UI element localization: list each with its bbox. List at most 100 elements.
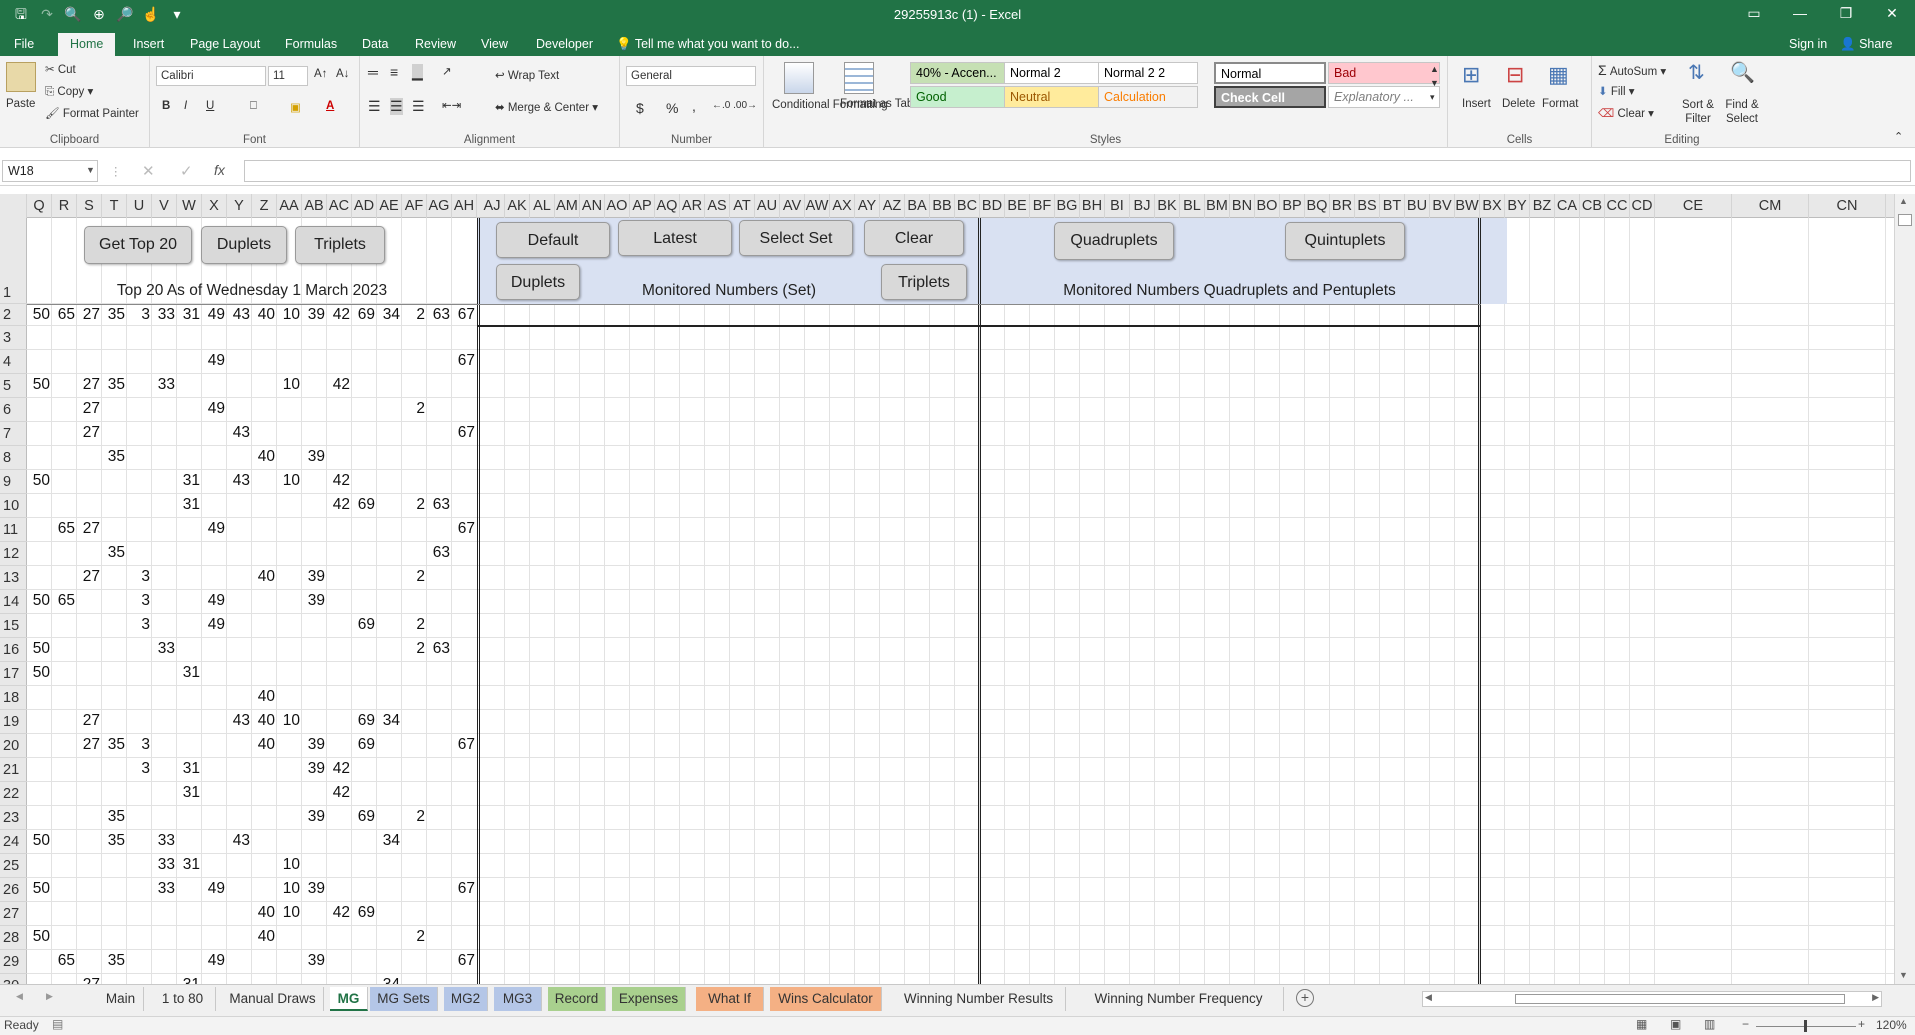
cell-value[interactable]: 65	[52, 520, 75, 538]
row-header-21[interactable]: 21	[0, 758, 27, 782]
cell-value[interactable]: 42	[327, 496, 350, 514]
sort-filter-button[interactable]: Sort & Filter	[1678, 98, 1718, 126]
scroll-right-icon[interactable]: ▶	[1872, 992, 1879, 1003]
row-header-11[interactable]: 11	[0, 518, 27, 542]
cell-value[interactable]: 49	[202, 592, 225, 610]
currency-button[interactable]: $	[636, 100, 644, 116]
cell-value[interactable]: 63	[427, 496, 450, 514]
minimize-icon[interactable]: —	[1777, 0, 1823, 28]
quadruplets-button[interactable]: Quadruplets	[1054, 222, 1174, 260]
cell-value[interactable]: 31	[177, 496, 200, 514]
cell-value[interactable]: 39	[302, 568, 325, 586]
row-header-24[interactable]: 24	[0, 830, 27, 854]
cell-value[interactable]: 67	[452, 520, 475, 538]
column-header-ax[interactable]: AX	[830, 194, 855, 218]
column-header-at[interactable]: AT	[730, 194, 755, 218]
row-header-22[interactable]: 22	[0, 782, 27, 806]
cell-value[interactable]: 67	[452, 306, 475, 324]
format-button[interactable]: Format	[1542, 98, 1578, 110]
cell-value[interactable]: 34	[377, 306, 400, 324]
select-all-corner[interactable]	[0, 194, 27, 218]
cell-value[interactable]: 42	[327, 306, 350, 324]
cell-value[interactable]: 50	[27, 832, 50, 850]
column-header-w[interactable]: W	[177, 194, 202, 218]
cell-value[interactable]: 40	[252, 688, 275, 706]
latest-button[interactable]: Latest	[618, 220, 732, 256]
name-box-dropdown-icon[interactable]: ▼	[86, 165, 95, 175]
tab-data[interactable]: Data	[356, 33, 394, 56]
decimal-icon[interactable]: ←.0 .00→	[712, 100, 757, 111]
column-header-aj[interactable]: AJ	[480, 194, 505, 218]
tab-view[interactable]: View	[475, 33, 514, 56]
column-header-ao[interactable]: AO	[605, 194, 630, 218]
clear-button-sheet[interactable]: Clear	[864, 220, 964, 256]
cell-value[interactable]: 69	[352, 808, 375, 826]
column-header-af[interactable]: AF	[402, 194, 427, 218]
column-header-cd[interactable]: CD	[1630, 194, 1655, 218]
column-header-an[interactable]: AN	[580, 194, 605, 218]
share-button[interactable]: 👤 Share	[1840, 33, 1892, 55]
cell-value[interactable]: 50	[27, 880, 50, 898]
cell-value[interactable]: 35	[102, 736, 125, 754]
cell-value[interactable]: 49	[202, 400, 225, 418]
sign-in-link[interactable]: Sign in	[1789, 33, 1827, 55]
column-header-ag[interactable]: AG	[427, 194, 452, 218]
cell-value[interactable]: 67	[452, 952, 475, 970]
cell-value[interactable]: 10	[277, 880, 300, 898]
column-header-al[interactable]: AL	[530, 194, 555, 218]
cell-value[interactable]: 69	[352, 904, 375, 922]
cell-value[interactable]: 40	[252, 736, 275, 754]
tab-developer[interactable]: Developer	[530, 33, 599, 56]
row-header-23[interactable]: 23	[0, 806, 27, 830]
cell-style-1[interactable]: Normal 2	[1004, 62, 1104, 84]
zoom-in-button[interactable]: +	[1858, 1017, 1865, 1031]
cell-value[interactable]: 31	[177, 306, 200, 324]
column-header-as[interactable]: AS	[705, 194, 730, 218]
row-header-8[interactable]: 8	[0, 446, 27, 470]
column-header-bb[interactable]: BB	[930, 194, 955, 218]
cell-value[interactable]: 50	[27, 472, 50, 490]
font-name-dropdown[interactable]: Calibri	[156, 66, 266, 86]
column-header-bf[interactable]: BF	[1030, 194, 1055, 218]
cell-value[interactable]: 10	[277, 712, 300, 730]
select-set-button[interactable]: Select Set	[739, 220, 853, 256]
cell-value[interactable]: 42	[327, 472, 350, 490]
cell-value[interactable]: 35	[102, 448, 125, 466]
cell-value[interactable]: 31	[177, 784, 200, 802]
row-header-4[interactable]: 4	[0, 350, 27, 374]
cell-value[interactable]: 3	[127, 592, 150, 610]
format-cells-icon[interactable]: ▦	[1548, 62, 1569, 88]
cell-value[interactable]: 42	[327, 904, 350, 922]
cell-value[interactable]: 27	[77, 976, 100, 984]
column-header-x[interactable]: X	[202, 194, 227, 218]
align-right-icon[interactable]: ☰	[412, 98, 425, 115]
orientation-icon[interactable]: ↗	[442, 64, 452, 78]
column-header-v[interactable]: V	[152, 194, 177, 218]
cell-value[interactable]: 2	[402, 568, 425, 586]
cell-style-9[interactable]: Explanatory ...	[1328, 86, 1440, 108]
column-header-bu[interactable]: BU	[1405, 194, 1430, 218]
column-header-bk[interactable]: BK	[1155, 194, 1180, 218]
cell-value[interactable]: 39	[302, 736, 325, 754]
format-as-table-icon[interactable]	[844, 62, 874, 94]
column-header-bz[interactable]: BZ	[1530, 194, 1555, 218]
cell-value[interactable]: 2	[402, 496, 425, 514]
cell-value[interactable]: 3	[127, 568, 150, 586]
tab-page-layout[interactable]: Page Layout	[184, 33, 266, 56]
cell-style-7[interactable]: Calculation	[1098, 86, 1198, 108]
cell-value[interactable]: 43	[227, 306, 250, 324]
name-box[interactable]: W18	[2, 160, 98, 182]
cell-value[interactable]: 43	[227, 832, 250, 850]
conditional-formatting-icon[interactable]	[784, 62, 814, 94]
column-header-aa[interactable]: AA	[277, 194, 302, 218]
wrap-text-button[interactable]: ↩ Wrap Text	[495, 68, 559, 82]
align-top-icon[interactable]: ═	[368, 64, 378, 80]
font-color-button[interactable]: A	[326, 100, 334, 112]
cell-value[interactable]: 40	[252, 904, 275, 922]
cell-value[interactable]: 2	[402, 808, 425, 826]
row-header-20[interactable]: 20	[0, 734, 27, 758]
delete-cells-icon[interactable]: ⊟	[1506, 62, 1524, 88]
cell-value[interactable]: 34	[377, 832, 400, 850]
cell-value[interactable]: 63	[427, 544, 450, 562]
cell-value[interactable]: 39	[302, 952, 325, 970]
